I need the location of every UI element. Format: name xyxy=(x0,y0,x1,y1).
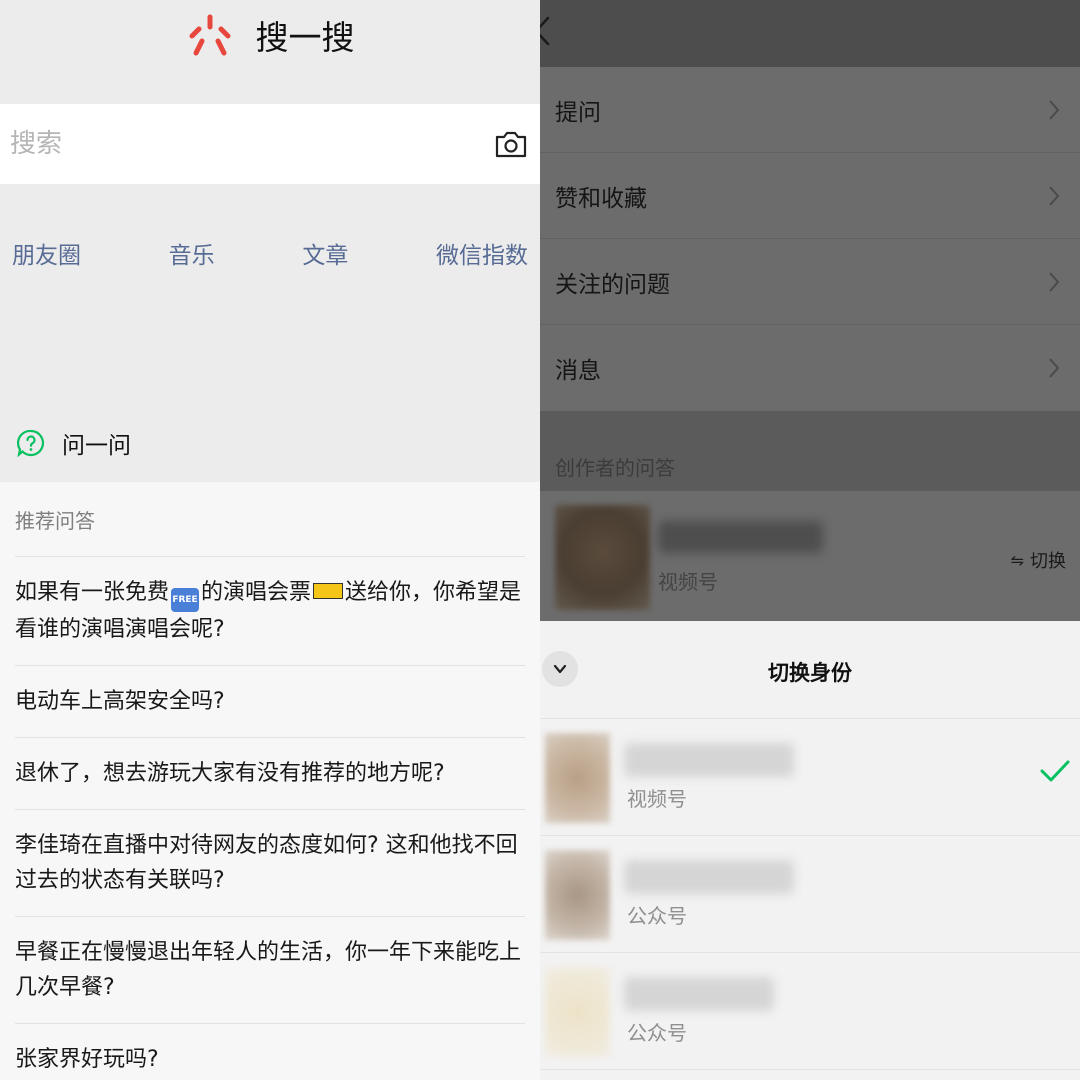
search-panel: 搜一搜 朋友圈 音乐 文章 微信指数 问一问 推荐问答 如果有一张免费FREE的… xyxy=(0,0,540,1080)
identity-option[interactable]: 公众号 xyxy=(540,953,1080,1070)
qa-item[interactable]: 电动车上高架安全吗? xyxy=(15,666,525,738)
back-arrow-icon[interactable] xyxy=(540,14,552,48)
blurred-identity-name xyxy=(624,860,794,894)
qa-profile-panel: 提问 赞和收藏 关注的问题 消息 创作者的问答 视频号 ⇋ 切换 切换身份 视频… xyxy=(540,0,1080,1080)
identity-type: 视频号 xyxy=(627,787,687,811)
qa-item[interactable]: 退休了，想去游玩大家有没有推荐的地方呢? xyxy=(15,738,525,810)
creator-account-type: 视频号 xyxy=(658,570,718,594)
page-title: 搜一搜 xyxy=(255,18,355,57)
chevron-right-icon xyxy=(1049,358,1060,378)
identity-option[interactable]: 公众号 xyxy=(540,836,1080,953)
qa-item[interactable]: 如果有一张免费 FREE 的演唱会票 送给你，你希望是看谁的演唱演唱会呢? xyxy=(15,557,525,666)
search-bar[interactable] xyxy=(0,104,540,184)
sheet-title: 切换身份 xyxy=(768,661,852,685)
ticket-emoji-icon xyxy=(313,583,344,599)
creator-card[interactable]: 视频号 ⇋ 切换 xyxy=(540,491,1080,621)
creator-section-label: 创作者的问答 xyxy=(555,456,675,480)
quick-links: 朋友圈 音乐 文章 微信指数 xyxy=(0,236,540,270)
identity-type: 公众号 xyxy=(627,1021,687,1045)
camera-icon[interactable] xyxy=(494,129,528,159)
check-icon xyxy=(1040,760,1070,782)
avatar xyxy=(555,505,650,610)
switch-identity-sheet: 切换身份 视频号 公众号 公众号 xyxy=(540,621,1080,1080)
qa-item[interactable]: 李佳琦在直播中对待网友的态度如何? 这和他找不回过去的状态有关联吗? xyxy=(15,810,525,917)
menu-item-label: 消息 xyxy=(555,358,601,384)
avatar xyxy=(545,733,610,823)
chevron-right-icon xyxy=(1049,185,1060,206)
search-header: 搜一搜 xyxy=(0,0,540,104)
qa-list-header: 推荐问答 xyxy=(15,482,525,557)
switch-label: 切换 xyxy=(1030,551,1066,572)
menu-item-messages[interactable]: 消息 xyxy=(540,325,1080,411)
switch-arrows-icon: ⇋ xyxy=(1010,550,1024,570)
identity-type: 公众号 xyxy=(627,904,687,928)
menu-item-likes-favorites[interactable]: 赞和收藏 xyxy=(540,153,1080,239)
qa-item-text-part: 的演唱会票 xyxy=(201,580,312,605)
menu-item-followed-questions[interactable]: 关注的问题 xyxy=(540,239,1080,325)
sou-yi-sou-logo-icon xyxy=(189,14,230,56)
blurred-creator-name xyxy=(658,521,823,553)
blurred-identity-name xyxy=(624,743,794,777)
sheet-header: 切换身份 xyxy=(540,621,1080,719)
quick-link-articles[interactable]: 文章 xyxy=(302,236,348,270)
chevron-right-icon xyxy=(1049,99,1060,120)
search-input[interactable] xyxy=(10,129,494,159)
quick-link-wechat-index[interactable]: 微信指数 xyxy=(436,236,528,270)
ask-section-header[interactable]: 问一问 xyxy=(16,426,131,460)
blurred-identity-name xyxy=(624,977,774,1011)
qa-item[interactable]: 张家界好玩吗? xyxy=(15,1024,525,1080)
chevron-right-icon xyxy=(1049,271,1060,292)
identity-option[interactable]: 视频号 xyxy=(540,719,1080,836)
quick-link-music[interactable]: 音乐 xyxy=(169,236,215,270)
question-bubble-icon xyxy=(17,429,45,458)
qa-item[interactable]: 早餐正在慢慢退出年轻人的生活，你一年下来能吃上几次早餐? xyxy=(15,917,525,1024)
profile-menu: 提问 赞和收藏 关注的问题 消息 xyxy=(540,67,1080,411)
menu-item-label: 提问 xyxy=(555,99,601,126)
quick-link-moments[interactable]: 朋友圈 xyxy=(12,236,81,270)
avatar xyxy=(545,850,610,940)
free-emoji-icon: FREE xyxy=(171,588,200,612)
recommended-qa-list: 推荐问答 如果有一张免费 FREE 的演唱会票 送给你，你希望是看谁的演唱演唱会呢? … xyxy=(0,482,540,1080)
menu-item-label: 关注的问题 xyxy=(555,271,670,298)
qa-item-text-part: 如果有一张免费 xyxy=(15,580,170,605)
nav-bar xyxy=(540,0,1080,67)
ask-title: 问一问 xyxy=(62,433,131,459)
menu-item-ask[interactable]: 提问 xyxy=(540,67,1080,153)
avatar xyxy=(545,967,610,1057)
menu-item-label: 赞和收藏 xyxy=(555,185,647,212)
switch-identity-button[interactable]: ⇋ 切换 xyxy=(1011,547,1066,573)
